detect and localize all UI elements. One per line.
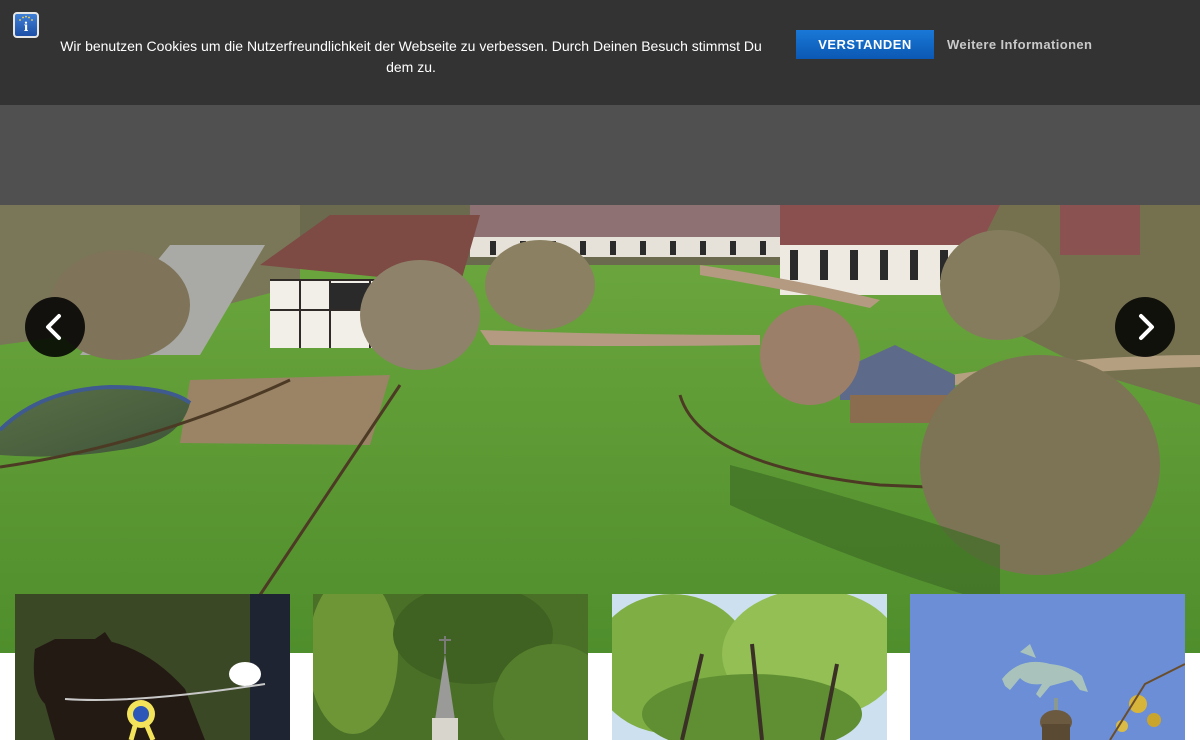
horse-statue-image [910,594,1185,740]
teaser-tile-horse-statue[interactable] [910,594,1185,740]
church-tower-image [313,594,588,740]
cookie-consent-bar: i Wir benutzen Cookies um die Nutzerfreu… [0,0,1200,105]
info-icon: i [13,12,39,38]
chevron-right-icon [1139,314,1154,340]
cookie-message: Wir benutzen Cookies um die Nutzerfreund… [60,38,762,75]
park-trees-image [612,594,887,740]
teaser-tile-church[interactable] [313,594,588,740]
more-information-link[interactable]: Weitere Informationen [947,36,1092,54]
slider-prev-button[interactable] [25,297,85,357]
accept-cookies-button[interactable]: VERSTANDEN [796,30,934,59]
info-letter: i [23,20,29,34]
site-header [0,105,1200,205]
hero-slide-image [0,205,1200,653]
dressage-horse-image [15,594,290,740]
hero-slider [0,205,1200,653]
chevron-left-icon [46,314,61,340]
slider-next-button[interactable] [1115,297,1175,357]
teaser-tile-dressage[interactable] [15,594,290,740]
teaser-tile-park[interactable] [612,594,887,740]
